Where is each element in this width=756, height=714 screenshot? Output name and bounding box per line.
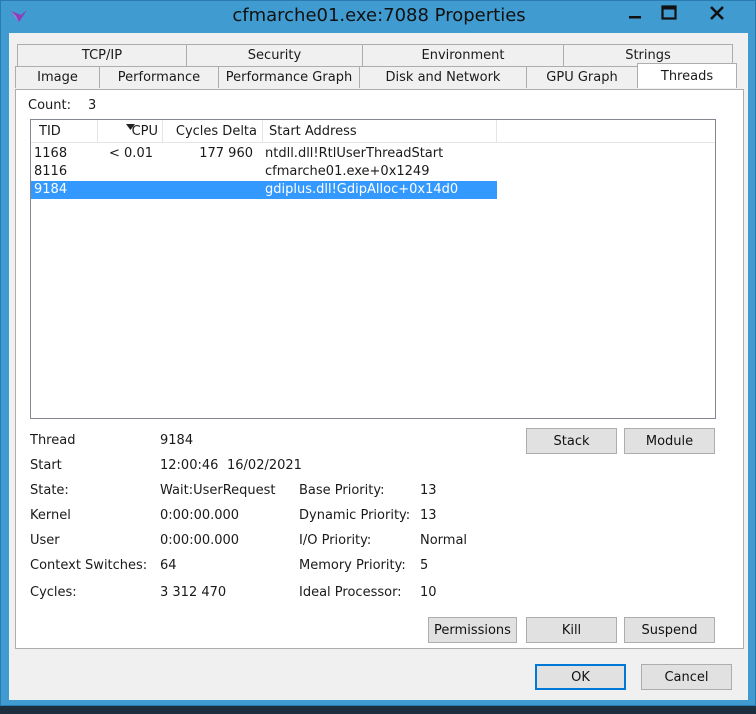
dynamic-priority-value: 13 bbox=[420, 508, 437, 523]
permissions-button[interactable]: Permissions bbox=[428, 617, 517, 643]
column-header-label: CPU bbox=[131, 123, 158, 139]
cycles-delta-cell: 177 960 bbox=[199, 146, 253, 161]
column-header-cpu[interactable]: CPU bbox=[98, 120, 163, 143]
tid-cell: 9184 bbox=[34, 182, 68, 197]
cycles-label: Cycles: bbox=[30, 585, 77, 600]
memory-priority-label: Memory Priority: bbox=[299, 558, 406, 573]
threads-list[interactable]: TID CPU Cycles Delta Start Address 1168 … bbox=[30, 119, 716, 419]
column-header-filler bbox=[497, 120, 715, 143]
table-row-selected[interactable]: 9184 gdiplus.dll!GdipAlloc+0x14d0 bbox=[31, 181, 497, 199]
ideal-processor-label: Ideal Processor: bbox=[299, 585, 402, 600]
kernel-value: 0:00:00.000 bbox=[160, 508, 240, 523]
module-button[interactable]: Module bbox=[624, 428, 715, 454]
start-label: Start bbox=[30, 458, 62, 473]
state-label: State: bbox=[30, 483, 69, 498]
io-priority-value: Normal bbox=[420, 533, 468, 548]
stack-button[interactable]: Stack bbox=[526, 428, 617, 454]
context-switches-label: Context Switches: bbox=[30, 558, 148, 573]
memory-priority-value: 5 bbox=[420, 558, 429, 573]
properties-window: cfmarche01.exe:7088 Properties TCP/IP Se… bbox=[0, 0, 756, 706]
kill-button[interactable]: Kill bbox=[526, 617, 617, 643]
column-header-tid[interactable]: TID bbox=[31, 120, 98, 143]
thread-value: 9184 bbox=[160, 433, 194, 448]
title-bar[interactable]: cfmarche01.exe:7088 Properties bbox=[1, 1, 756, 33]
taskbar-strip bbox=[0, 706, 756, 714]
maximize-button[interactable] bbox=[654, 1, 684, 25]
ideal-processor-value: 10 bbox=[420, 585, 437, 600]
cancel-button[interactable]: Cancel bbox=[641, 664, 732, 690]
tab-threads[interactable]: Threads bbox=[637, 63, 737, 88]
thread-label: Thread bbox=[30, 433, 76, 448]
tab-tcpip[interactable]: TCP/IP bbox=[17, 44, 187, 66]
minimize-button[interactable] bbox=[616, 1, 653, 25]
user-value: 0:00:00.000 bbox=[160, 533, 240, 548]
dynamic-priority-label: Dynamic Priority: bbox=[299, 508, 411, 523]
user-label: User bbox=[30, 533, 60, 548]
table-row[interactable]: 8116 cfmarche01.exe+0x1249 bbox=[31, 163, 497, 181]
start-date: 16/02/2021 bbox=[227, 458, 302, 473]
column-header-start-address[interactable]: Start Address bbox=[263, 120, 497, 143]
table-row[interactable]: 1168 < 0.01 177 960 ntdll.dll!RtlUserThr… bbox=[31, 145, 497, 163]
tab-gpu-graph[interactable]: GPU Graph bbox=[526, 66, 638, 88]
column-header-label: Cycles Delta bbox=[175, 123, 257, 139]
start-address-cell: gdiplus.dll!GdipAlloc+0x14d0 bbox=[265, 182, 459, 197]
tab-environment[interactable]: Environment bbox=[362, 44, 564, 66]
state-value: Wait:UserRequest bbox=[160, 483, 276, 498]
tab-disk-and-network[interactable]: Disk and Network bbox=[359, 66, 527, 88]
tab-performance[interactable]: Performance bbox=[99, 66, 219, 88]
close-button[interactable] bbox=[685, 1, 749, 25]
tid-cell: 1168 bbox=[34, 146, 68, 161]
maximize-icon bbox=[661, 5, 677, 20]
column-header-label: TID bbox=[39, 123, 61, 139]
count-label: Count: bbox=[28, 98, 71, 113]
cpu-cell: < 0.01 bbox=[109, 146, 153, 161]
tab-image[interactable]: Image bbox=[15, 66, 100, 88]
base-priority-value: 13 bbox=[420, 483, 437, 498]
tab-security[interactable]: Security bbox=[186, 44, 363, 66]
base-priority-label: Base Priority: bbox=[299, 483, 385, 498]
suspend-button[interactable]: Suspend bbox=[624, 617, 715, 643]
io-priority-label: I/O Priority: bbox=[299, 533, 372, 548]
tid-cell: 8116 bbox=[34, 164, 68, 179]
start-address-cell: cfmarche01.exe+0x1249 bbox=[265, 164, 430, 179]
context-switches-value: 64 bbox=[160, 558, 177, 573]
dialog-client-area: TCP/IP Security Environment Strings Imag… bbox=[9, 33, 748, 700]
column-header-cycles-delta[interactable]: Cycles Delta bbox=[163, 120, 263, 143]
start-address-cell: ntdll.dll!RtlUserThreadStart bbox=[265, 146, 444, 161]
column-header-label: Start Address bbox=[269, 123, 357, 139]
kernel-label: Kernel bbox=[30, 508, 71, 523]
count-value: 3 bbox=[88, 98, 97, 113]
start-time: 12:00:46 bbox=[160, 458, 219, 473]
tab-performance-graph[interactable]: Performance Graph bbox=[218, 66, 360, 88]
close-icon bbox=[710, 6, 724, 20]
cycles-value: 3 312 470 bbox=[160, 585, 227, 600]
ok-button[interactable]: OK bbox=[535, 664, 626, 690]
minimize-icon bbox=[628, 16, 641, 19]
sort-descending-icon bbox=[126, 124, 135, 130]
